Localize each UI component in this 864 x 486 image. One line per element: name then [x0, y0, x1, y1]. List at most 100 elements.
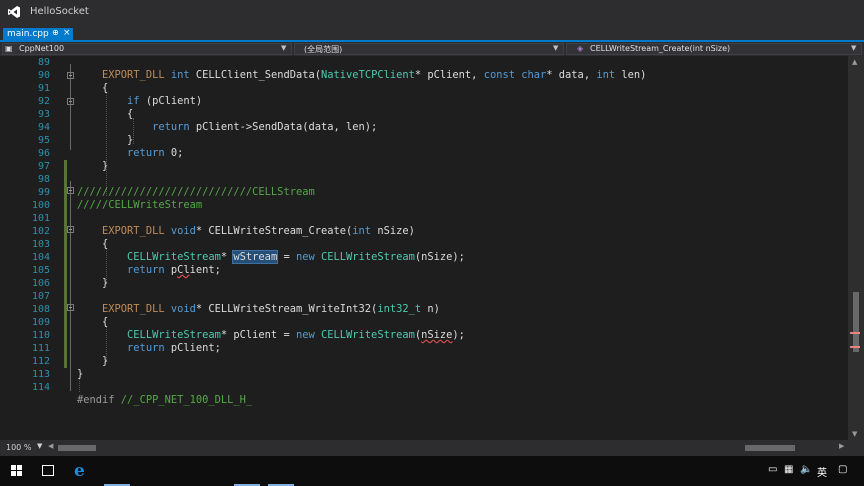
member-dropdown[interactable]: ◈ CELLWriteStream_Create(int nSize) ▼	[566, 43, 862, 55]
chevron-down-icon: ▼	[851, 44, 857, 52]
tab-label: main.cpp	[7, 29, 49, 39]
code-editor[interactable]: 89 90 91 92 93 94 95 96 97 98 99 100 101…	[0, 56, 848, 440]
code-line-107: EXPORT_DLL void* CELLWriteStream_WriteIn…	[102, 303, 440, 315]
visual-studio-logo-icon	[8, 6, 20, 18]
windows-start-icon[interactable]	[11, 465, 23, 477]
code-line-98: ////////////////////////////CELLStream	[77, 186, 315, 198]
code-line-110: return pClient;	[127, 342, 221, 354]
error-marker	[850, 332, 860, 334]
collapse-icon[interactable]	[67, 98, 74, 105]
code-line-104: return pClient;	[127, 264, 221, 276]
project-dropdown[interactable]: ▣ CppNet100 ▼	[2, 43, 292, 55]
line-number: 99	[37, 187, 50, 198]
line-number: 98	[37, 174, 50, 185]
line-number: 94	[37, 122, 50, 133]
collapse-icon[interactable]	[67, 226, 74, 233]
line-number: 91	[37, 83, 50, 94]
line-number: 106	[31, 278, 50, 289]
network-icon[interactable]: ▦	[784, 464, 793, 475]
zoom-dropdown-icon[interactable]: ▼	[37, 442, 42, 450]
vertical-scrollbar[interactable]: ▲ ▼	[848, 56, 864, 440]
line-number-margin: 89 90 91 92 93 94 95 96 97 98 99 100 101…	[0, 56, 62, 440]
collapse-icon[interactable]	[67, 187, 74, 194]
line-number: 100	[31, 200, 50, 211]
ime-indicator[interactable]: 英	[817, 464, 827, 479]
horizontal-scroll-thumb[interactable]	[745, 445, 795, 451]
function-icon: ◈	[577, 44, 584, 53]
member-label: CELLWriteStream_Create(int nSize)	[590, 44, 731, 53]
line-number: 110	[31, 330, 50, 341]
code-line-91: if (pClient)	[127, 95, 203, 107]
keyboard-icon[interactable]: ▭	[768, 464, 777, 475]
line-number: 93	[37, 109, 50, 120]
code-line-109: CELLWriteStream* pClient = new CELLWrite…	[127, 329, 465, 341]
title-bar: HelloSocket	[0, 0, 864, 26]
collapse-icon[interactable]	[67, 72, 74, 79]
line-number: 95	[37, 135, 50, 146]
code-line-111: }	[102, 355, 109, 367]
code-line-95: return 0;	[127, 147, 184, 159]
error-squiggle: nSize	[421, 329, 453, 341]
task-view-icon[interactable]	[42, 465, 54, 476]
edge-browser-icon[interactable]: e	[74, 461, 85, 481]
selected-text: wStream	[232, 250, 279, 264]
collapse-icon[interactable]	[67, 304, 74, 311]
scroll-left-icon[interactable]: ◀	[48, 442, 53, 450]
editor-status-bar: 100 % ▼ ◀ ▶	[0, 440, 864, 456]
windows-taskbar: e ▭ ▦ 🔈 英 ▢	[0, 456, 864, 486]
code-line-94: }	[127, 134, 134, 146]
line-number: 92	[37, 96, 50, 107]
chevron-down-icon: ▼	[553, 44, 559, 52]
line-number: 89	[37, 57, 50, 68]
line-number: 103	[31, 239, 50, 250]
code-line-103: CELLWriteStream* wStream = new CELLWrite…	[127, 250, 465, 264]
line-number: 102	[31, 226, 50, 237]
line-number: 111	[31, 343, 50, 354]
chevron-down-icon: ▼	[281, 44, 287, 52]
code-line-105: }	[102, 277, 109, 289]
line-number: 101	[31, 213, 50, 224]
code-line-99: /////CELLWriteStream	[77, 199, 203, 211]
close-tab-icon[interactable]: ×	[63, 28, 71, 38]
line-number: 105	[31, 265, 50, 276]
error-squiggle: Cl	[177, 264, 190, 276]
scroll-down-icon[interactable]: ▼	[852, 430, 857, 438]
project-name: CppNet100	[19, 44, 65, 53]
notification-icon[interactable]: ▢	[838, 464, 847, 475]
horizontal-scroll-thumb[interactable]	[58, 445, 96, 451]
line-number: 112	[31, 356, 50, 367]
line-number: 109	[31, 317, 50, 328]
scroll-right-icon[interactable]: ▶	[839, 442, 844, 450]
code-line-114: #endif //_CPP_NET_100_DLL_H_	[77, 394, 253, 406]
line-number: 113	[31, 369, 50, 380]
navigation-bar: ▣ CppNet100 ▼ (全局范围) ▼ ◈ CELLWriteStream…	[0, 42, 864, 56]
code-line-89: EXPORT_DLL int CELLClient_SendData(Nativ…	[102, 69, 647, 81]
error-marker	[850, 346, 860, 348]
line-number: 104	[31, 252, 50, 263]
line-number: 108	[31, 304, 50, 315]
scroll-up-icon[interactable]: ▲	[852, 58, 857, 66]
code-line-93: return pClient->SendData(data, len);	[152, 121, 378, 133]
zoom-level[interactable]: 100 %	[6, 443, 31, 452]
line-number: 97	[37, 161, 50, 172]
document-tab-row: main.cpp ⊕ ×	[0, 26, 864, 41]
line-number: 114	[31, 382, 50, 393]
code-line-102: {	[102, 238, 109, 250]
volume-icon[interactable]: 🔈	[800, 464, 812, 475]
code-line-108: {	[102, 316, 109, 328]
code-line-96: }	[102, 160, 109, 172]
line-number: 90	[37, 70, 50, 81]
code-line-90: {	[102, 82, 109, 94]
line-number: 96	[37, 148, 50, 159]
code-line-112: }	[77, 368, 84, 380]
scope-dropdown[interactable]: (全局范围) ▼	[294, 43, 564, 55]
line-number: 107	[31, 291, 50, 302]
outline-line	[70, 181, 71, 391]
window-title: HelloSocket	[30, 6, 89, 17]
code-line-101: EXPORT_DLL void* CELLWriteStream_Create(…	[102, 225, 415, 237]
code-line-92: {	[127, 108, 134, 120]
project-icon: ▣	[5, 44, 13, 53]
scroll-thumb[interactable]	[853, 292, 859, 352]
scope-label: (全局范围)	[304, 45, 343, 54]
pin-icon[interactable]: ⊕	[52, 28, 59, 37]
